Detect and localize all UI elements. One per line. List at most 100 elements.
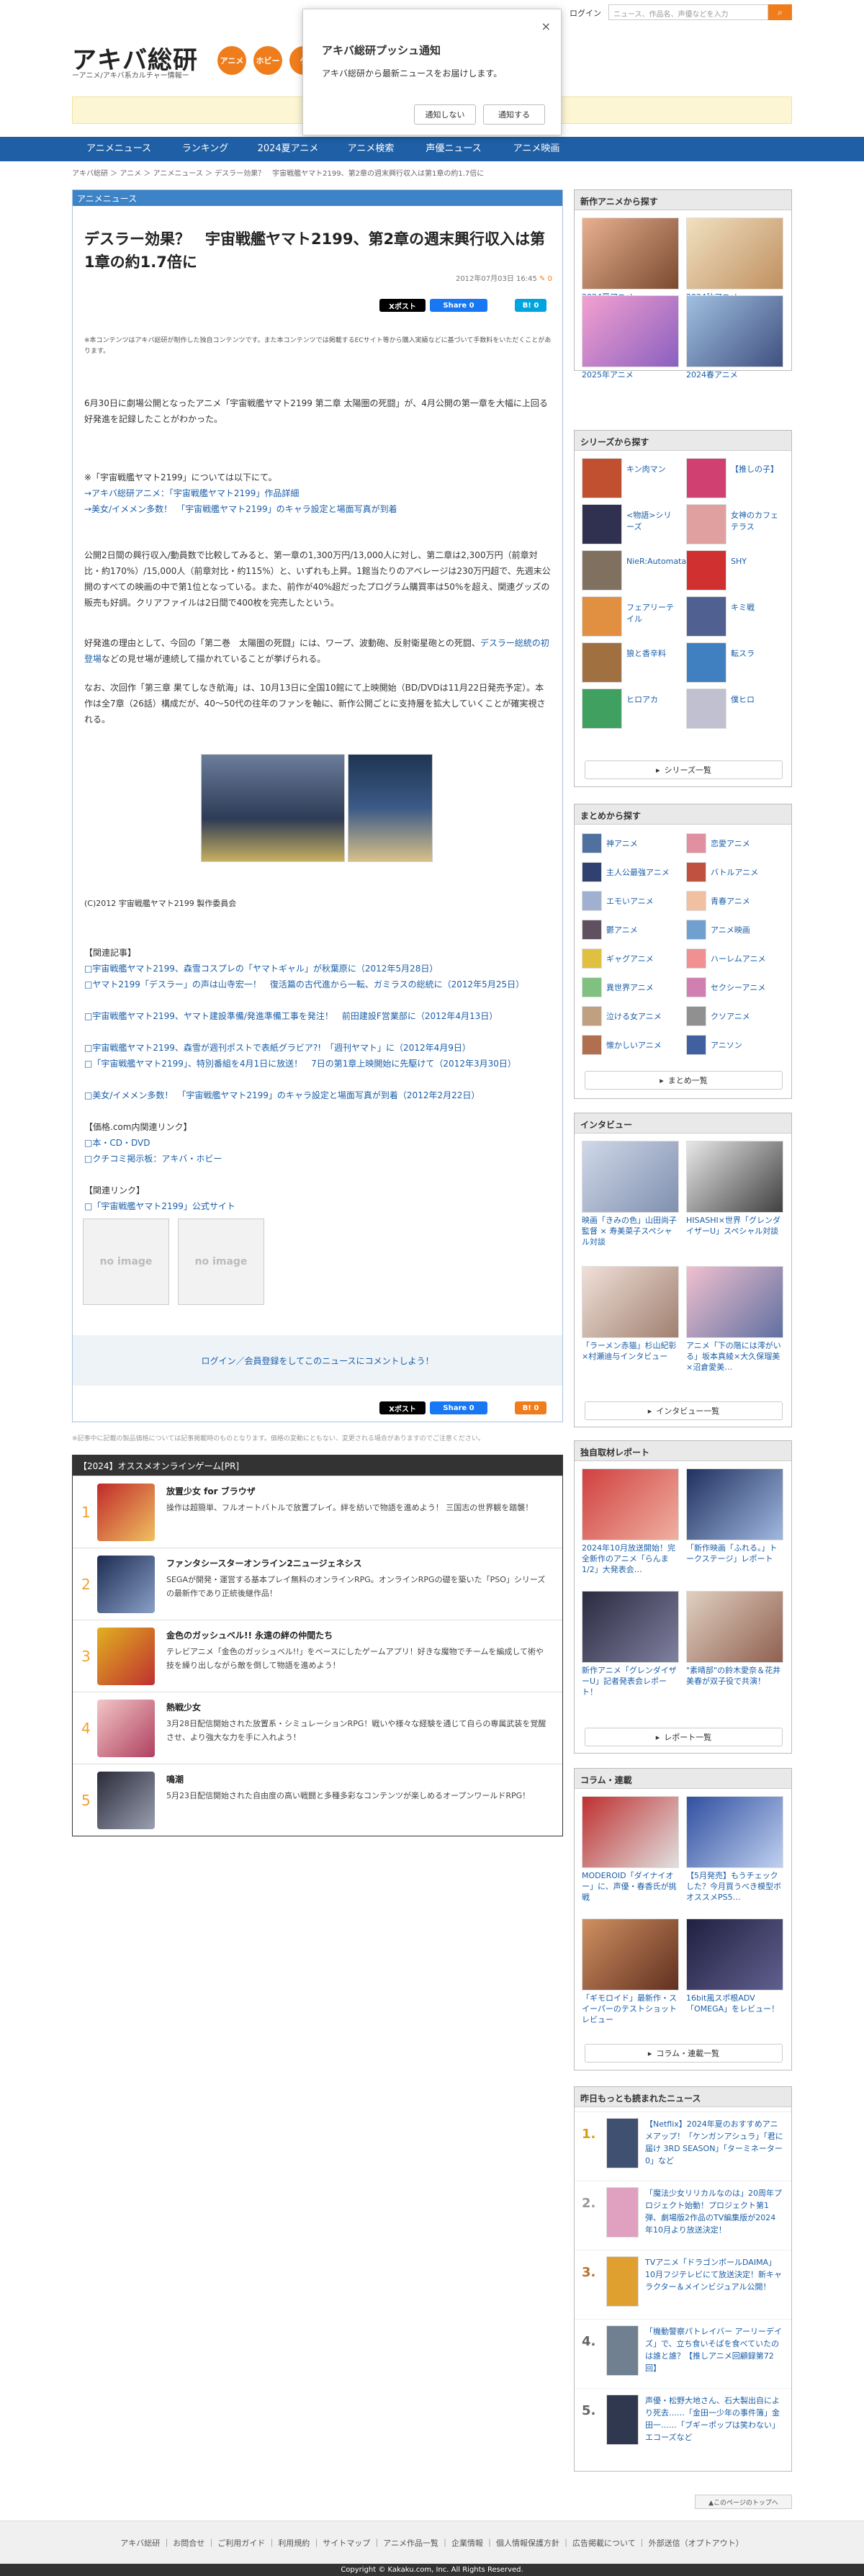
genre-item[interactable]: ハーレムアニメ bbox=[686, 947, 787, 969]
nav-anime-movie[interactable]: アニメ映画 bbox=[497, 137, 576, 161]
game-item[interactable]: 4 熱戦少女 3月28日配信開始された放置系・シミュレーションRPG！戦いや様々… bbox=[73, 1692, 562, 1764]
nav-2024-summer[interactable]: 2024夏アニメ bbox=[245, 137, 331, 161]
poster-image[interactable] bbox=[348, 754, 433, 862]
breadcrumb[interactable]: アキバ総研 ＞ アニメ ＞ アニメニュース ＞ デスラー効果？ 宇宙戦艦ヤマト2… bbox=[72, 167, 484, 178]
game-thumbnail[interactable] bbox=[97, 1484, 155, 1541]
game-item[interactable]: 2 ファンタシースターオンライン2ニュージェネシス SEGAが開発・運営する基本… bbox=[73, 1548, 562, 1620]
series-item[interactable]: 女神のカフェテラス bbox=[686, 504, 783, 544]
related-link[interactable]: □「宇宙戦艦ヤマト2199」、特別番組を4月1日に放送！ 7日の第1章上映開始に… bbox=[84, 1059, 516, 1069]
series-item[interactable]: 転スラ bbox=[686, 642, 783, 683]
related-link[interactable]: □ヤマト2199「デスラー」の声は山寺宏一！ 復活篇の古代進から一転、ガミラスの… bbox=[84, 979, 524, 989]
category-anime-button[interactable]: アニメ bbox=[217, 46, 246, 75]
genre-item[interactable]: 泣ける女アニメ bbox=[582, 1005, 683, 1026]
related-link[interactable]: □宇宙戦艦ヤマト2199、森雪コスプレの「ヤマトギャル」が秋葉原に（2012年5… bbox=[84, 964, 438, 974]
genre-item[interactable]: 鬱アニメ bbox=[582, 918, 683, 940]
comment-login-link[interactable]: ログイン／会員登録をしてこのニュースにコメントしよう！ bbox=[73, 1335, 562, 1386]
game-name[interactable]: 金色のガッシュベル!! 永遠の絆の仲間たち bbox=[166, 1629, 333, 1641]
ranking-item[interactable]: 1. 【Netflix】2024年夏のおすすめアニメアップ！「ケンガンアシュラ」「… bbox=[575, 2111, 791, 2176]
game-thumbnail[interactable] bbox=[97, 1628, 155, 1685]
report-item[interactable]: "素晴部"の鈴木愛奈＆花井美春が双子役で共演！ bbox=[686, 1591, 783, 1687]
search-button[interactable]: ⌕ bbox=[768, 4, 792, 20]
genre-item[interactable]: 懐かしいアニメ bbox=[582, 1033, 683, 1055]
new-anime-item[interactable]: 2024秋アニメ bbox=[686, 217, 783, 302]
nav-anime-search[interactable]: アニメ検索 bbox=[331, 137, 410, 161]
genre-item[interactable]: ギャグアニメ bbox=[582, 947, 683, 969]
column-item[interactable]: 「ギモロイド」最新作・スイーパーのテストショットレビュー bbox=[582, 1918, 679, 2025]
price-link[interactable]: □クチコミ掲示板：アキバ・ホビー bbox=[84, 1154, 222, 1164]
ranking-item[interactable]: 4. 「機動警察パトレイバー アーリーデイズ」で、立ち食いそばを食べていたのは誰と… bbox=[575, 2319, 791, 2384]
genre-item[interactable]: 青春アニメ bbox=[686, 889, 787, 911]
series-item[interactable]: ヒロアカ bbox=[582, 688, 679, 729]
game-item[interactable]: 5 鳴潮 5月23日配信開始された自由度の高い戦闘と多種多彩なコンテンツが楽しめ… bbox=[73, 1764, 562, 1836]
genre-item[interactable]: クソアニメ bbox=[686, 1005, 787, 1026]
series-item[interactable]: SHY bbox=[686, 550, 783, 591]
series-item[interactable]: <物語>シリーズ bbox=[582, 504, 679, 544]
matome-list-button[interactable]: ▸ まとめ一覧 bbox=[585, 1071, 783, 1090]
report-item[interactable]: 「新作映画「ふれる。」トークステージ」レポート bbox=[686, 1468, 783, 1564]
article-link[interactable]: →アキバ総研アニメ：「宇宙戦艦ヤマト2199」作品詳細 bbox=[84, 488, 299, 498]
interview-item[interactable]: 「ラーメン赤猫」杉山紀彰×村瀬迪与インタビュー bbox=[582, 1266, 679, 1362]
hatena-bookmark-button[interactable]: B! 0 bbox=[515, 299, 546, 312]
official-site-link[interactable]: □「宇宙戦艦ヤマト2199」公式サイト bbox=[84, 1201, 235, 1211]
game-thumbnail[interactable] bbox=[97, 1772, 155, 1829]
new-anime-item[interactable]: 2024夏アニメ bbox=[582, 217, 679, 302]
game-item[interactable]: 1 放置少女 for ブラウザ 操作は超簡単、フルオートバトルで放置プレイ。絆を… bbox=[73, 1476, 562, 1548]
genre-item[interactable]: バトルアニメ bbox=[686, 861, 787, 882]
facebook-share-button[interactable]: Share 0 bbox=[430, 1401, 487, 1414]
new-anime-item[interactable]: 2024春アニメ bbox=[686, 295, 783, 380]
genre-item[interactable]: 主人公最強アニメ bbox=[582, 861, 683, 882]
report-item[interactable]: 2024年10月放送開始！完全新作のアニメ「らんま1/2」大発表会… bbox=[582, 1468, 679, 1575]
column-item[interactable]: 【5月発売】もうチェックした？今月買うべき模型ボオススメPS5… bbox=[686, 1796, 783, 1903]
interview-list-button[interactable]: ▸ インタビュー一覧 bbox=[585, 1401, 783, 1420]
game-item[interactable]: 3 金色のガッシュベル!! 永遠の絆の仲間たち テレビアニメ「金色のガッシュベル… bbox=[73, 1620, 562, 1692]
ranking-item[interactable]: 2. 「魔法少女リリカルなのは」20周年プロジェクト始動！プロジェクト第1弾、劇場… bbox=[575, 2181, 791, 2245]
genre-item[interactable]: 恋愛アニメ bbox=[686, 832, 787, 853]
genre-item[interactable]: エモいアニメ bbox=[582, 889, 683, 911]
related-link[interactable]: □宇宙戦艦ヤマト2199、ヤマト建設準備/発進準備工事を発注！ 前田建設F営業部… bbox=[84, 1011, 498, 1021]
genre-item[interactable]: セクシーアニメ bbox=[686, 976, 787, 997]
footer-links[interactable]: アキバ総研 ｜ お問合せ ｜ ご利用ガイド ｜ 利用規約 ｜ サイトマップ ｜ … bbox=[0, 2537, 864, 2549]
series-list-button[interactable]: ▸ シリーズ一覧 bbox=[585, 760, 783, 779]
no-image-placeholder[interactable]: no image bbox=[178, 1219, 264, 1305]
ranking-item[interactable]: 5. 声優・松野大地さん、石大製出自により死去……「金田一少年の事件簿」金田一……… bbox=[575, 2388, 791, 2453]
series-item[interactable]: キン肉マン bbox=[582, 458, 679, 498]
interview-item[interactable]: HISASHI×世界「グレンダイザーU」スペシャル対談 bbox=[686, 1141, 783, 1237]
game-thumbnail[interactable] bbox=[97, 1700, 155, 1757]
genre-item[interactable]: 異世界アニメ bbox=[582, 976, 683, 997]
series-item[interactable]: 僕ヒロ bbox=[686, 688, 783, 729]
close-icon[interactable]: × bbox=[541, 19, 551, 33]
page-top-button[interactable]: ▲このページのトップへ bbox=[695, 2495, 792, 2509]
related-link[interactable]: □美女/イメメン多数！ 「宇宙戦艦ヤマト2199」のキャラ設定と場面写真が到着（… bbox=[84, 1090, 480, 1100]
ranking-item[interactable]: 3. TVアニメ「ドラゴンボールDAIMA」10月フジテレビにて放送決定！新キャラ… bbox=[575, 2250, 791, 2315]
column-item[interactable]: 16bit風スポ根ADV「OMEGA」をレビュー！ bbox=[686, 1918, 783, 2014]
game-name[interactable]: 放置少女 for ブラウザ bbox=[166, 1485, 256, 1497]
game-name[interactable]: 鳴潮 bbox=[166, 1773, 184, 1785]
game-name[interactable]: 熱戦少女 bbox=[166, 1701, 201, 1713]
search-input[interactable]: ニュース、作品名、声優などを入力 bbox=[608, 4, 768, 20]
column-item[interactable]: MODEROID「ダイナイオー」に、声優・春香氏が挑戦 bbox=[582, 1796, 679, 1903]
series-item[interactable]: NieR:Automata bbox=[582, 550, 686, 591]
series-item[interactable]: 【推しの子】 bbox=[686, 458, 783, 498]
game-thumbnail[interactable] bbox=[97, 1556, 155, 1613]
series-item[interactable]: 狼と香辛料 bbox=[582, 642, 679, 683]
interview-item[interactable]: 映画「きみの色」山田尚子監督 × 寿美菜子スペシャル対談 bbox=[582, 1141, 679, 1247]
nav-ranking[interactable]: ランキング bbox=[166, 137, 245, 161]
accept-button[interactable]: 通知する bbox=[483, 104, 545, 125]
report-list-button[interactable]: ▸ レポート一覧 bbox=[585, 1728, 783, 1746]
report-item[interactable]: 新作アニメ「グレンダイザーU」記者発表会レポート！ bbox=[582, 1591, 679, 1697]
genre-item[interactable]: アニソン bbox=[686, 1033, 787, 1055]
comment-icon[interactable]: ✎ bbox=[539, 275, 545, 283]
new-anime-item[interactable]: 2025年アニメ bbox=[582, 295, 679, 380]
decline-button[interactable]: 通知しない bbox=[414, 104, 476, 125]
x-post-button[interactable]: Xポスト bbox=[379, 1401, 426, 1414]
series-item[interactable]: キミ戦 bbox=[686, 596, 783, 637]
game-name[interactable]: ファンタシースターオンライン2ニュージェネシス bbox=[166, 1557, 362, 1569]
price-link[interactable]: □本・CD・DVD bbox=[84, 1138, 150, 1148]
facebook-share-button[interactable]: Share 0 bbox=[430, 299, 487, 312]
genre-item[interactable]: 神アニメ bbox=[582, 832, 683, 853]
event-photo[interactable] bbox=[201, 754, 345, 862]
category-hobby-button[interactable]: ホビー bbox=[253, 46, 282, 75]
series-item[interactable]: フェアリーテイル bbox=[582, 596, 679, 637]
login-link[interactable]: ログイン bbox=[570, 7, 601, 19]
column-list-button[interactable]: ▸ コラム・連載一覧 bbox=[585, 2044, 783, 2063]
